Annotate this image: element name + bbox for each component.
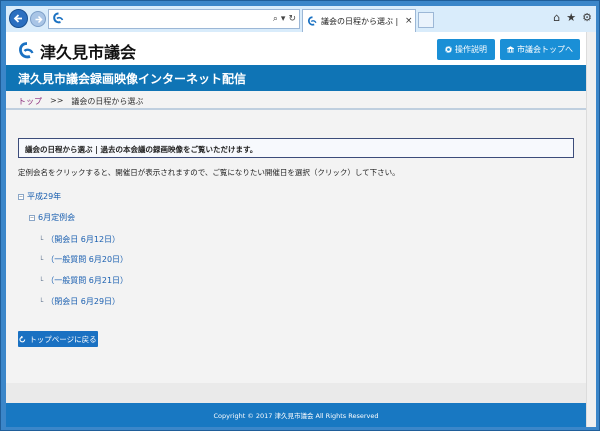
tree-branch-icon: └ [39,297,44,306]
back-button[interactable] [9,9,28,28]
return-arrow-icon [19,335,26,342]
tab-title: 議会の日程から選ぶ | 津久... [321,16,401,26]
tree-session-label: 6月定例会 [38,213,76,222]
breadcrumb-divider [6,108,586,110]
council-top-button[interactable]: 市議会トップへ [500,39,580,60]
dropdown-icon[interactable]: ▾ [281,12,286,26]
address-tools: ⌕ ▾ ↻ [273,12,296,26]
manual-button[interactable]: 操作説明 [437,39,495,60]
notice-text: 議会の日程から選ぶ | 過去の本会議の録画映像をご覧いただけます。 [25,145,258,154]
site-header: 津久見市議会 操作説明 市議会トップへ [6,32,586,65]
copyright-text: Copyright © 2017 津久見市議会 All Rights Reser… [213,412,379,420]
tree-branch-icon: └ [39,235,44,244]
close-icon[interactable]: × [405,16,413,26]
address-bar[interactable]: ⌕ ▾ ↻ [48,9,300,29]
council-top-button-label: 市議会トップへ [517,45,573,54]
page-viewport: 津久見市議会 操作説明 市議会トップへ 津久見市議会録画映像インターネット配信 … [6,32,596,427]
gear-icon[interactable]: ⚙ [582,11,592,25]
tree-day-label: （開会日 6月12日） [46,235,121,244]
browser-toolbar: ⌕ ▾ ↻ 議会の日程から選ぶ | 津久... × ⌂ ★ ⚙ [6,6,596,32]
tree-day-label: （一般質問 6月20日） [46,255,129,264]
title-bar: 津久見市議会録画映像インターネット配信 [6,65,586,91]
vertical-scrollbar[interactable] [586,32,596,427]
browser-window: ⌕ ▾ ↻ 議会の日程から選ぶ | 津久... × ⌂ ★ ⚙ [0,0,600,431]
tree-branch-icon: └ [39,255,44,264]
tree-day-item[interactable]: └ （一般質問 6月21日） [39,275,128,286]
collapse-icon[interactable]: − [18,193,24,200]
arrow-right-icon [35,15,43,23]
site-logo[interactable]: 津久見市議会 [18,39,136,63]
forward-button[interactable] [30,11,46,27]
tree-branch-icon: └ [39,276,44,285]
tree-day-label: （閉会日 6月29日） [46,297,121,306]
home-icon[interactable]: ⌂ [553,11,560,25]
page-content: 津久見市議会 操作説明 市議会トップへ 津久見市議会録画映像インターネット配信 … [6,32,586,427]
breadcrumb-home-link[interactable]: トップ [18,96,42,107]
logo-text: 津久見市議会 [40,43,137,62]
browser-icons: ⌂ ★ ⚙ [553,11,592,25]
back-to-top-button[interactable]: トップページに戻る [18,331,98,347]
refresh-icon[interactable]: ↻ [288,12,296,26]
site-footer: Copyright © 2017 津久見市議会 All Rights Reser… [6,403,586,427]
star-icon[interactable]: ★ [566,11,576,25]
tree-session-item[interactable]: − 6月定例会 [29,212,75,223]
logo-mark-icon [19,42,34,59]
collapse-icon[interactable]: − [29,214,35,221]
tab-favicon-icon [308,15,317,26]
footer-band [6,383,586,403]
new-tab-button[interactable] [418,12,434,28]
building-icon [507,46,514,53]
tree-day-item[interactable]: └ （閉会日 6月29日） [39,296,120,307]
site-favicon-icon [53,12,64,24]
tree-year-item[interactable]: − 平成29年 [18,191,61,202]
arrow-left-icon [13,14,22,23]
tree-day-item[interactable]: └ （開会日 6月12日） [39,234,120,245]
browser-tab[interactable]: 議会の日程から選ぶ | 津久... × [302,9,416,32]
search-icon[interactable]: ⌕ [273,12,278,26]
page-title: 津久見市議会録画映像インターネット配信 [18,72,247,86]
breadcrumb-separator: >> [50,96,64,105]
breadcrumb-current: 議会の日程から選ぶ [71,97,144,106]
breadcrumb: トップ >> 議会の日程から選ぶ [18,96,143,107]
tree-year-label: 平成29年 [27,192,62,201]
tree-day-label: （一般質問 6月21日） [46,276,129,285]
back-to-top-label: トップページに戻る [29,334,97,344]
instruction-text: 定例会名をクリックすると、開催日が表示されますので、ご覧になりたい開催日を選択（… [18,168,400,177]
gear-icon [445,46,452,53]
manual-button-label: 操作説明 [455,45,487,54]
tree-day-item[interactable]: └ （一般質問 6月20日） [39,254,128,265]
notice-box: 議会の日程から選ぶ | 過去の本会議の録画映像をご覧いただけます。 [18,138,574,158]
